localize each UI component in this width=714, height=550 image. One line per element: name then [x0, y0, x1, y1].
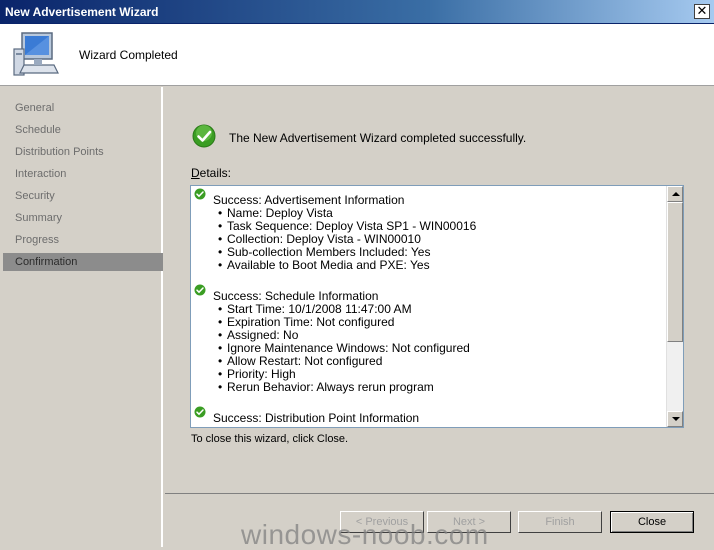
watermark: windows-noob.com [241, 519, 489, 550]
detail-item: Expiration Time: Not configured [218, 315, 394, 329]
wizard-nav: General Schedule Distribution Points Int… [3, 87, 163, 547]
scroll-thumb[interactable] [667, 202, 683, 342]
detail-item: Task Sequence: Deploy Vista SP1 - WIN000… [218, 219, 476, 233]
details-content: Success: Advertisement Information Name:… [191, 186, 667, 427]
arrow-up-icon [672, 192, 680, 196]
detail-item: Rerun Behavior: Always rerun program [218, 380, 434, 394]
nav-item-progress[interactable]: Progress [3, 231, 163, 249]
section-title: Success: Advertisement Information [213, 193, 405, 207]
wizard-header: Wizard Completed [0, 24, 714, 86]
computer-icon [13, 32, 59, 76]
detail-item: Ignore Maintenance Windows: Not configur… [218, 341, 470, 355]
scroll-down-button[interactable] [667, 411, 683, 427]
nav-item-confirmation[interactable]: Confirmation [3, 253, 163, 271]
detail-item: Collection: Deploy Vista - WIN00010 [218, 232, 421, 246]
success-message: The New Advertisement Wizard completed s… [229, 131, 527, 145]
detail-item: Assigned: No [218, 328, 298, 342]
nav-item-interaction[interactable]: Interaction [3, 165, 163, 183]
detail-item: Available to Boot Media and PXE: Yes [218, 258, 430, 272]
detail-item: Allow Restart: Not configured [218, 354, 382, 368]
nav-item-distribution-points[interactable]: Distribution Points [3, 143, 163, 161]
finish-button[interactable]: Finish [518, 511, 602, 533]
details-scrollbar[interactable] [666, 186, 683, 427]
window-title: New Advertisement Wizard [5, 5, 159, 19]
nav-item-general[interactable]: General [3, 99, 163, 117]
nav-item-security[interactable]: Security [3, 187, 163, 205]
success-check-icon [194, 284, 206, 296]
detail-item: Name: Deploy Vista [218, 206, 333, 220]
section-title: Success: Schedule Information [213, 289, 379, 303]
detail-item: Priority: High [218, 367, 296, 381]
detail-item: Sub-collection Members Included: Yes [218, 245, 430, 259]
title-bar: New Advertisement Wizard ✕ [0, 0, 714, 24]
detail-item: Start Time: 10/1/2008 11:47:00 AM [218, 302, 412, 316]
arrow-down-icon [672, 417, 680, 421]
header-title: Wizard Completed [79, 48, 178, 62]
success-check-icon [194, 406, 206, 418]
close-hint: To close this wizard, click Close. [191, 433, 349, 445]
success-check-icon [194, 188, 206, 200]
close-button[interactable]: Close [610, 511, 694, 533]
main-panel: The New Advertisement Wizard completed s… [165, 87, 714, 493]
nav-item-schedule[interactable]: Schedule [3, 121, 163, 139]
scroll-up-button[interactable] [667, 186, 683, 202]
success-check-icon [192, 124, 216, 148]
nav-item-summary[interactable]: Summary [3, 209, 163, 227]
details-label: Details: [191, 166, 232, 180]
section-title: Success: Distribution Point Information [213, 411, 420, 425]
close-window-button[interactable]: ✕ [694, 4, 710, 19]
details-textbox[interactable]: Success: Advertisement Information Name:… [190, 185, 684, 428]
